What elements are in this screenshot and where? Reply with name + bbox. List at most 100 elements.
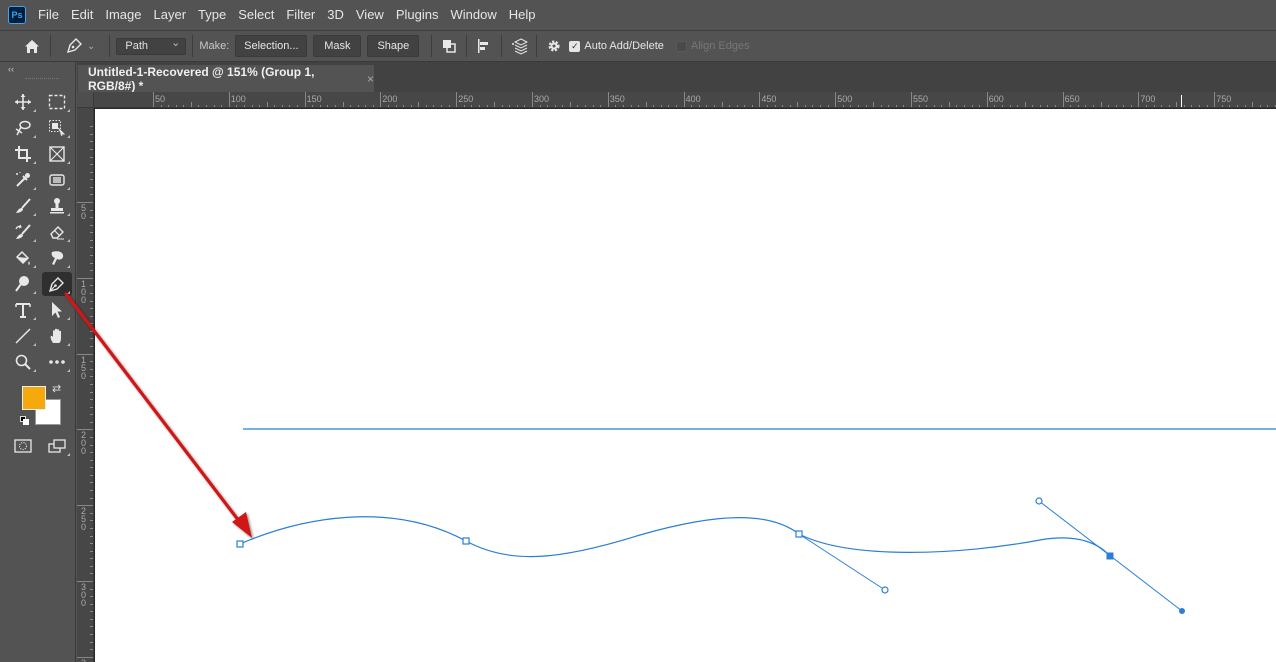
- lasso-tool-icon[interactable]: [8, 116, 38, 140]
- ruler-minor-tick: [90, 292, 93, 294]
- ruler-minor-tick: [880, 105, 882, 107]
- clone-stamp-tool-icon[interactable]: [42, 194, 72, 218]
- menu-3d[interactable]: 3D: [321, 0, 350, 30]
- ruler-minor-tick: [90, 164, 93, 166]
- ruler-minor-tick: [251, 105, 253, 107]
- ruler-minor-tick: [676, 105, 678, 107]
- pen-tool-icon[interactable]: [42, 272, 72, 296]
- menu-file[interactable]: File: [32, 0, 65, 30]
- ruler-minor-tick: [903, 105, 905, 107]
- smudge-tool-icon[interactable]: [42, 246, 72, 270]
- chevron-down-icon[interactable]: ⌄: [87, 41, 95, 52]
- ruler-minor-tick: [90, 436, 93, 438]
- default-colors-icon[interactable]: [20, 416, 30, 426]
- brush-tool-icon[interactable]: [8, 194, 38, 218]
- rectangular-marquee-tool-icon[interactable]: [42, 90, 72, 114]
- ruler-minor-tick: [90, 133, 93, 135]
- document-tab[interactable]: Untitled-1-Recovered @ 151% (Group 1, RG…: [78, 64, 374, 93]
- make-shape-button[interactable]: Shape: [367, 35, 420, 57]
- ruler-minor-tick: [90, 641, 93, 643]
- home-icon[interactable]: [20, 35, 44, 57]
- screen-mode-icon[interactable]: [42, 434, 72, 458]
- ruler-minor-tick: [509, 105, 511, 107]
- line-tool-icon[interactable]: [8, 324, 38, 348]
- eyedropper-tool-icon[interactable]: [8, 168, 38, 192]
- ruler-minor-tick: [918, 105, 920, 107]
- hand-tool-icon[interactable]: [42, 324, 72, 348]
- ruler-minor-tick: [1123, 105, 1125, 107]
- ruler-minor-tick: [782, 105, 784, 107]
- close-tab-icon[interactable]: ×: [367, 72, 374, 86]
- menu-layer[interactable]: Layer: [148, 0, 193, 30]
- ruler-tick: [153, 92, 154, 107]
- dodge-tool-icon[interactable]: [8, 272, 38, 296]
- panel-grip[interactable]: [24, 78, 59, 81]
- type-tool-icon[interactable]: [8, 298, 38, 322]
- ruler-minor-tick: [1145, 105, 1147, 107]
- tool-mode-select[interactable]: Path: [116, 36, 187, 55]
- ruler-tick: [228, 92, 230, 107]
- ruler-minor-tick: [90, 565, 93, 567]
- ruler-minor-tick: [243, 105, 245, 107]
- history-brush-tool-icon[interactable]: [8, 220, 38, 244]
- ruler-minor-tick: [812, 105, 814, 107]
- object-selection-tool-icon[interactable]: [42, 116, 72, 140]
- vertical-ruler[interactable]: 5 01 0 01 5 02 0 02 5 03 0 03 5 0: [77, 108, 94, 662]
- move-tool-icon[interactable]: [8, 90, 38, 114]
- ruler-minor-tick: [1183, 105, 1185, 107]
- photoshop-logo-icon[interactable]: Ps: [8, 6, 26, 24]
- ruler-minor-tick: [827, 105, 829, 107]
- ruler-minor-tick: [789, 105, 791, 107]
- auto-add-delete-checkbox[interactable]: ✓ Auto Add/Delete: [569, 40, 664, 52]
- paint-bucket-tool-icon[interactable]: [8, 246, 38, 270]
- quick-mask-icon[interactable]: [8, 434, 38, 458]
- align-edges-checkbox: Align Edges: [675, 40, 750, 52]
- make-mask-button[interactable]: Mask: [313, 35, 362, 57]
- ruler-minor-tick: [873, 102, 875, 107]
- path-selection-tool-icon[interactable]: [42, 298, 72, 322]
- path-alignment-icon[interactable]: [473, 35, 495, 57]
- menu-image[interactable]: Image: [99, 0, 147, 30]
- document-tab-title: Untitled-1-Recovered @ 151% (Group 1, RG…: [88, 64, 315, 93]
- canvas[interactable]: [95, 109, 1276, 662]
- crop-tool-icon[interactable]: [8, 142, 38, 166]
- ruler-minor-tick: [1259, 105, 1261, 107]
- separator: [192, 35, 194, 57]
- ruler-minor-tick: [90, 596, 93, 598]
- checkbox-checked-icon[interactable]: ✓: [569, 40, 581, 52]
- menu-window[interactable]: Window: [444, 0, 502, 30]
- menu-edit[interactable]: Edit: [65, 0, 99, 30]
- ruler-origin[interactable]: [77, 92, 94, 108]
- menu-view[interactable]: View: [350, 0, 390, 30]
- ruler-minor-tick: [90, 156, 93, 158]
- menu-filter[interactable]: Filter: [280, 0, 321, 30]
- path-operations-icon[interactable]: [438, 35, 460, 57]
- more-tools-tool-icon[interactable]: [42, 350, 72, 374]
- ruler-minor-tick: [979, 105, 981, 107]
- menu-select[interactable]: Select: [232, 0, 280, 30]
- menu-type[interactable]: Type: [192, 0, 232, 30]
- frame-tool-icon[interactable]: [42, 142, 72, 166]
- zoom-tool-icon[interactable]: [8, 350, 38, 374]
- foreground-color-swatch[interactable]: [22, 386, 46, 410]
- ruler-minor-tick: [90, 315, 93, 317]
- ruler-minor-tick: [1199, 105, 1201, 107]
- menu-plugins[interactable]: Plugins: [390, 0, 445, 30]
- horizontal-ruler[interactable]: 50 100 150 200 250 300 350 400 450 500 550 600 650 70…: [94, 92, 1276, 108]
- pen-tool-preset-icon[interactable]: [63, 35, 85, 57]
- menu-help[interactable]: Help: [503, 0, 542, 30]
- ruler-label: 2 0 0: [81, 430, 87, 457]
- ruler-minor-tick: [90, 618, 93, 620]
- spot-healing-tool-icon[interactable]: [42, 168, 72, 192]
- path-arrangement-icon[interactable]: [508, 35, 530, 57]
- gear-icon[interactable]: [543, 35, 565, 57]
- tools-panel: ‹‹ ⇄: [0, 62, 76, 662]
- ruler-cursor-marker: [1181, 95, 1182, 107]
- collapse-panel-button[interactable]: ‹‹: [8, 64, 75, 74]
- ruler-tick: [683, 92, 685, 107]
- eraser-tool-icon[interactable]: [42, 220, 72, 244]
- make-selection-button[interactable]: Selection...: [235, 35, 308, 57]
- separator: [466, 35, 468, 57]
- swap-colors-icon[interactable]: ⇄: [52, 382, 61, 395]
- ruler-minor-tick: [842, 105, 844, 107]
